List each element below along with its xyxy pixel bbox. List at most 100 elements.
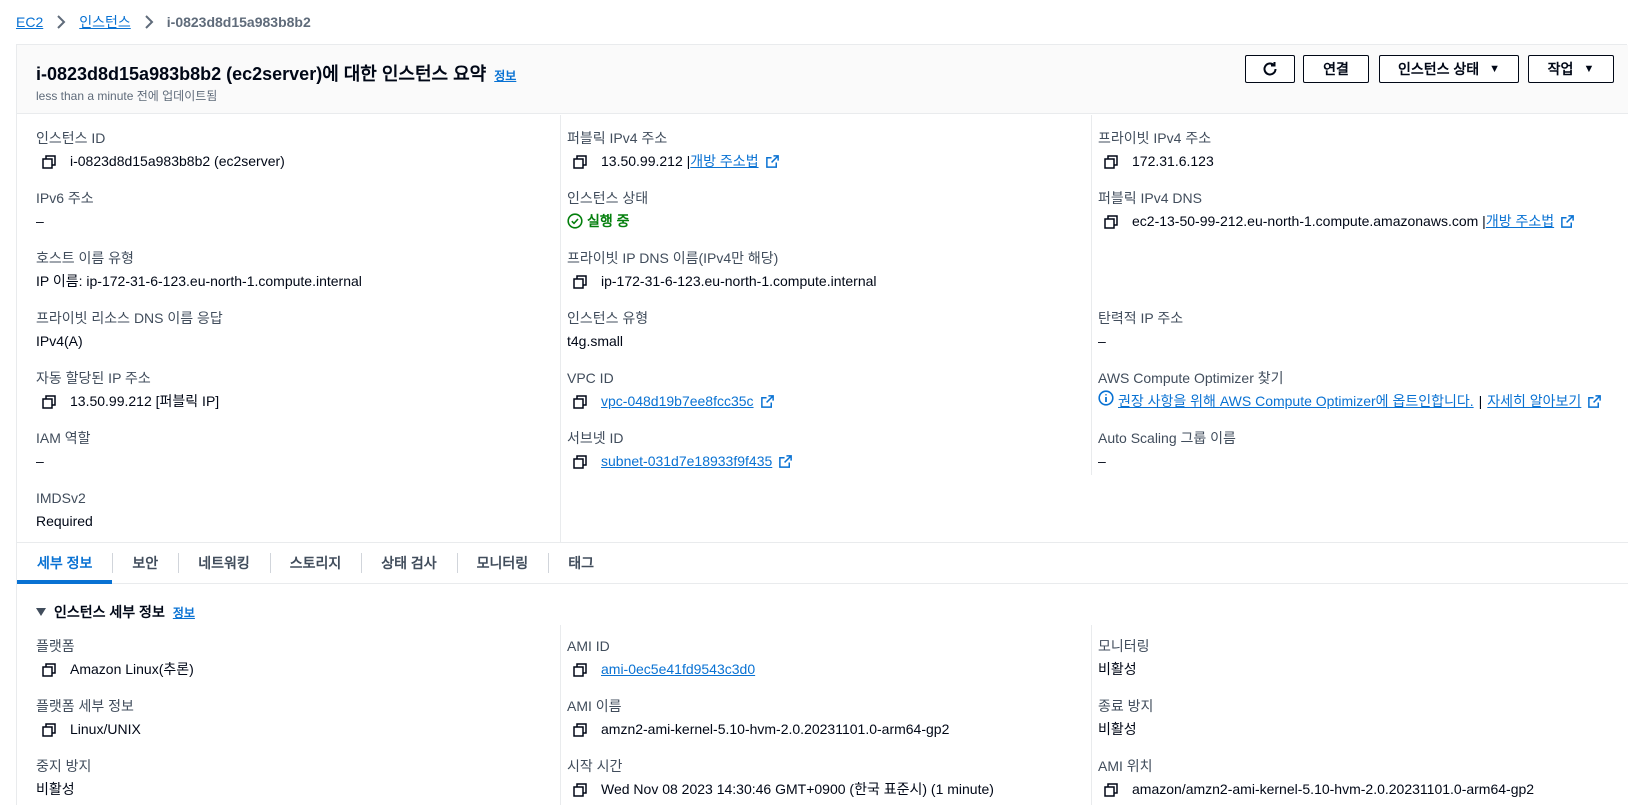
copy-icon[interactable] — [573, 153, 589, 169]
field-label: 플랫폼 세부 정보 — [36, 698, 134, 714]
column-divider — [560, 625, 561, 805]
connect-button-label: 연결 — [1323, 61, 1349, 77]
tab-details[interactable]: 세부 정보 — [17, 543, 113, 584]
open-address-link[interactable]: 개방 주소법 — [1486, 210, 1554, 232]
auto-ip-value: 13.50.99.212 [퍼블릭 IP] — [70, 393, 220, 409]
connect-button[interactable]: 연결 — [1303, 55, 1369, 83]
field-auto-ip: 자동 할당된 IP 주소 13.50.99.212 [퍼블릭 IP] — [36, 368, 219, 412]
field-label: AMI 이름 — [567, 698, 622, 714]
column-divider — [1091, 115, 1092, 475]
actions-label: 작업 — [1547, 61, 1574, 77]
last-updated-text: less than a minute 전에 업데이트됨 — [36, 89, 218, 103]
field-label: 프라이빗 리소스 DNS 이름 응답 — [36, 310, 223, 326]
field-instance-id: 인스턴스 ID i-0823d8d15a983b8b2 (ec2server) — [36, 128, 285, 172]
instance-state-label: 인스턴스 상태 — [1397, 61, 1480, 77]
field-label: AMI ID — [567, 638, 610, 654]
field-public-dns: 퍼블릭 IPv4 DNS ec2-13-50-99-212.eu-north-1… — [1098, 188, 1576, 232]
external-link-icon[interactable] — [778, 453, 794, 469]
optimizer-opt-in-link[interactable]: 권장 사항을 위해 AWS Compute Optimizer에 옵트인합니다. — [1118, 390, 1474, 412]
field-instance-state: 인스턴스 상태 실행 중 — [567, 188, 648, 232]
platform-details-value: Linux/UNIX — [70, 721, 141, 737]
tab-networking[interactable]: 네트워킹 — [178, 543, 270, 583]
subnet-id-link[interactable]: subnet-031d7e18933f9f435 — [601, 450, 772, 472]
breadcrumb-ec2-link[interactable]: EC2 — [16, 14, 43, 30]
info-link[interactable]: 정보 — [494, 67, 516, 84]
copy-icon[interactable] — [573, 721, 589, 737]
field-private-ip-dns: 프라이빗 IP DNS 이름(IPv4만 해당) ip-172-31-6-123… — [567, 248, 877, 292]
external-link-icon[interactable] — [760, 393, 776, 409]
copy-icon[interactable] — [573, 393, 589, 409]
field-label: 플랫폼 — [36, 638, 75, 654]
field-instance-type: 인스턴스 유형 t4g.small — [567, 308, 648, 352]
public-ipv4-value: 13.50.99.212 | — [601, 153, 691, 169]
copy-icon[interactable] — [573, 273, 589, 289]
field-platform-details: 플랫폼 세부 정보 Linux/UNIX — [36, 696, 141, 740]
field-ami-name: AMI 이름 amzn2-ami-kernel-5.10-hvm-2.0.202… — [567, 696, 949, 740]
instance-state-dropdown[interactable]: 인스턴스 상태 ▼ — [1379, 55, 1519, 83]
field-label: IAM 역할 — [36, 430, 91, 446]
tab-monitoring[interactable]: 모니터링 — [456, 543, 549, 583]
ami-location-value: amazon/amzn2-ami-kernel-5.10-hvm-2.0.202… — [1132, 781, 1535, 797]
tab-security[interactable]: 보안 — [112, 543, 178, 583]
iam-role-value: – — [36, 453, 44, 469]
field-iam-role: IAM 역할 – — [36, 428, 91, 472]
tab-tags[interactable]: 태그 — [548, 543, 614, 583]
field-label: Auto Scaling 그룹 이름 — [1098, 430, 1236, 446]
actions-dropdown[interactable]: 작업 ▼ — [1528, 55, 1614, 83]
chevron-right-icon — [51, 12, 71, 32]
copy-icon[interactable] — [42, 721, 58, 737]
external-link-icon[interactable] — [765, 153, 781, 169]
field-subnet-id: 서브넷 ID subnet-031d7e18933f9f435 — [567, 428, 794, 472]
copy-icon[interactable] — [1104, 213, 1120, 229]
instance-details-toggle[interactable]: 인스턴스 세부 정보 정보 — [36, 602, 195, 622]
platform-value: Amazon Linux(추론) — [70, 661, 194, 677]
learn-more-link[interactable]: 자세히 알아보기 — [1487, 390, 1581, 412]
field-platform: 플랫폼 Amazon Linux(추론) — [36, 636, 194, 680]
copy-icon[interactable] — [573, 661, 589, 677]
open-address-link[interactable]: 개방 주소법 — [690, 150, 758, 172]
external-link-icon[interactable] — [1587, 393, 1603, 409]
private-dns-answer-value: IPv4(A) — [36, 333, 83, 349]
copy-icon[interactable] — [42, 153, 58, 169]
caret-down-icon: ▼ — [1489, 63, 1501, 75]
field-ami-location: AMI 위치 amazon/amzn2-ami-kernel-5.10-hvm-… — [1098, 756, 1534, 800]
external-link-icon[interactable] — [1560, 213, 1576, 229]
copy-icon[interactable] — [42, 661, 58, 677]
page-title: i-0823d8d15a983b8b2 (ec2server)에 대한 인스턴스… — [36, 64, 487, 84]
field-imdsv2: IMDSv2 Required — [36, 488, 93, 532]
copy-icon[interactable] — [573, 781, 589, 797]
info-link[interactable]: 정보 — [173, 604, 195, 621]
field-label: 서브넷 ID — [567, 430, 624, 446]
field-hostname-type: 호스트 이름 유형 IP 이름: ip-172-31-6-123.eu-nort… — [36, 248, 362, 292]
tab-status-checks[interactable]: 상태 검사 — [361, 543, 456, 583]
field-stop-protection: 중지 방지 비활성 — [36, 756, 91, 800]
elastic-ip-value: – — [1098, 333, 1106, 349]
field-label: IPv6 주소 — [36, 190, 94, 206]
field-label: AMI 위치 — [1098, 758, 1153, 774]
copy-icon[interactable] — [1104, 153, 1120, 169]
copy-icon[interactable] — [1104, 781, 1120, 797]
breadcrumb-instances-link[interactable]: 인스턴스 — [79, 12, 131, 32]
field-label: 모니터링 — [1098, 638, 1150, 654]
field-label: 퍼블릭 IPv4 DNS — [1098, 190, 1202, 206]
field-elastic-ip: 탄력적 IP 주소 – — [1098, 308, 1183, 352]
ami-id-link[interactable]: ami-0ec5e41fd9543c3d0 — [601, 658, 755, 680]
copy-icon[interactable] — [573, 453, 589, 469]
copy-icon[interactable] — [42, 393, 58, 409]
instance-id-value: i-0823d8d15a983b8b2 (ec2server) — [70, 153, 285, 169]
vpc-id-link[interactable]: vpc-048d19b7ee8fcc35c — [601, 390, 754, 412]
ami-name-value: amzn2-ami-kernel-5.10-hvm-2.0.20231101.0… — [601, 721, 950, 737]
field-public-ipv4: 퍼블릭 IPv4 주소 13.50.99.212 | 개방 주소법 — [567, 128, 781, 172]
tab-storage[interactable]: 스토리지 — [269, 543, 362, 583]
field-label: 시작 시간 — [567, 758, 623, 774]
detail-tabs: 세부 정보 보안 네트워킹 스토리지 상태 검사 모니터링 태그 — [17, 542, 1628, 584]
instance-type-value: t4g.small — [567, 333, 624, 349]
field-label: 탄력적 IP 주소 — [1098, 310, 1184, 326]
monitoring-value: 비활성 — [1098, 661, 1137, 677]
field-ipv6: IPv6 주소 – — [36, 188, 94, 232]
refresh-button[interactable] — [1245, 55, 1295, 83]
field-label: AWS Compute Optimizer 찾기 — [1098, 370, 1284, 386]
field-label: 인스턴스 유형 — [567, 310, 649, 326]
field-label: 인스턴스 ID — [36, 130, 106, 146]
field-label: VPC ID — [567, 370, 614, 386]
